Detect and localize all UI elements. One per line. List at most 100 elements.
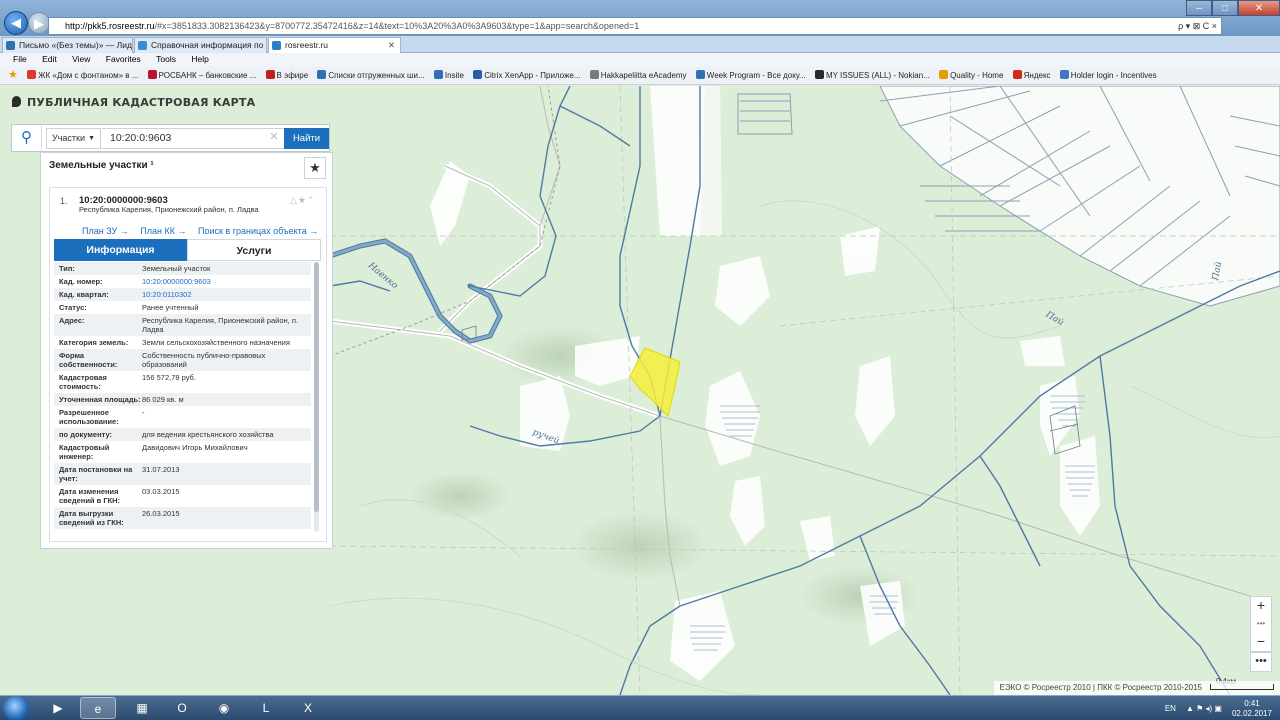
window-controls: – □ ✕ — [1186, 0, 1280, 16]
favorite-link[interactable]: Списки отгруженных ши... — [317, 67, 425, 84]
browser-tab-rosreestr[interactable]: rosreestr.ru ✕ — [268, 37, 401, 53]
info-key: Дата постановки на учет: — [59, 465, 133, 483]
back-button[interactable]: ◀ — [4, 11, 28, 35]
info-row: Дата изменения сведений в ГКН: 03.03.2015 — [54, 485, 311, 507]
search-in-bounds-link[interactable]: Поиск в границах объекта → — [198, 226, 318, 236]
info-row: Кадастровый инженер: Давидович Игорь Миха… — [54, 441, 311, 463]
browser-tab-mail[interactable]: Письмо «(Без темы)» — Лиди... — [2, 37, 133, 53]
info-key: Кад. номер: — [59, 277, 103, 286]
minimize-button[interactable]: – — [1186, 0, 1212, 16]
address-bar[interactable]: http://pkk5.rosreestr.ru/#x=3851833.3082… — [48, 17, 1222, 35]
info-row: Категория земель: Земли сельскохозяйствен… — [54, 336, 311, 349]
site-icon — [27, 70, 37, 79]
menu-edit[interactable]: Edit — [42, 54, 57, 64]
search-icon[interactable]: ⚲ — [12, 125, 42, 151]
menu-bar: File Edit View Favorites Tools Help — [0, 53, 1280, 66]
favorite-link[interactable]: В эфире — [265, 67, 308, 84]
clock-time: 0:41 — [1244, 698, 1260, 708]
parcel-action-icons[interactable]: △★⌃ — [290, 195, 316, 206]
favorites-bar: ★ ЖК «Дом с фонтаном» в ... РОСБАНК – ба… — [0, 66, 1280, 85]
site-icon — [589, 70, 599, 79]
info-key: Адрес: — [59, 316, 85, 325]
info-value: 156 572,78 руб. — [142, 373, 196, 382]
media-player-icon[interactable]: ▶ — [40, 697, 76, 719]
address-bar-icons[interactable]: ρ ▾ ⊠ C × — [1178, 18, 1217, 34]
info-value: 31.07.2013 — [142, 465, 180, 474]
favorites-star-icon[interactable]: ★ — [8, 66, 18, 84]
tab-information[interactable]: Информация — [54, 239, 187, 261]
info-row: Разрешенное использование: - — [54, 406, 311, 428]
zoom-out-button[interactable]: − — [1251, 633, 1271, 651]
favorite-link[interactable]: Holder login - Incentives — [1059, 67, 1157, 84]
search-button[interactable]: Найти — [284, 128, 329, 149]
favorite-link[interactable]: Insite — [433, 67, 464, 84]
search-input[interactable]: 10:20:0:9603 — [102, 128, 285, 149]
info-key: Дата выгрузки сведений из ГКН: — [59, 509, 124, 527]
browser-tab-info[interactable]: Справочная информация по ... — [134, 37, 267, 53]
site-title[interactable]: ПУБЛИЧНАЯ КАДАСТРОВАЯ КАРТА — [12, 96, 255, 109]
rosreestr-logo-icon — [12, 96, 21, 107]
menu-help[interactable]: Help — [191, 54, 208, 64]
relief-shade — [410, 471, 510, 521]
page-icon — [138, 41, 147, 50]
info-key: Форма собственности: — [59, 351, 118, 369]
info-value[interactable]: 10:20:0000000:9603 — [142, 277, 311, 286]
rosreestr-icon — [272, 41, 281, 50]
layer-select[interactable]: Участки ▼ — [46, 128, 101, 149]
zoom-in-button[interactable]: + — [1251, 597, 1271, 615]
outlook-icon[interactable]: O — [164, 697, 200, 719]
scroll-thumb[interactable] — [314, 262, 319, 512]
lync-icon[interactable]: L — [248, 697, 284, 719]
menu-view[interactable]: View — [72, 54, 90, 64]
folder-icon[interactable]: ▦ — [124, 697, 160, 719]
info-key: Кадастровый инженер: — [59, 443, 110, 461]
plan-kk-link[interactable]: План КК → — [140, 226, 186, 236]
tab-services[interactable]: Услуги — [187, 239, 321, 261]
url-path: /#x=3851833.3082136423&y=8700772.3547241… — [154, 21, 640, 31]
favorite-link[interactable]: ЖК «Дом с фонтаном» в ... — [27, 67, 138, 84]
excel-icon[interactable]: X — [290, 697, 326, 719]
menu-file[interactable]: File — [13, 54, 27, 64]
info-row: Кад. квартал: 10:20:0110302 — [54, 288, 311, 301]
site-icon — [433, 70, 443, 79]
more-options-button[interactable]: ••• — [1250, 652, 1272, 672]
internet-explorer-icon[interactable]: e — [80, 697, 116, 719]
favorite-link[interactable]: Яндекс — [1012, 67, 1051, 84]
menu-favorites[interactable]: Favorites — [106, 54, 141, 64]
info-value: для ведения крестьянского хозяйства — [142, 430, 274, 439]
highlighted-parcel[interactable] — [629, 347, 681, 417]
chrome-icon[interactable]: ◉ — [206, 697, 242, 719]
info-key: по документу: — [59, 430, 113, 439]
map-area[interactable]: Нaенко Пай Пай ручей ПУБЛИЧНАЯ КАДАСТРОВ… — [0, 86, 1280, 695]
favorite-link[interactable]: Quality - Home — [939, 67, 1003, 84]
info-row: Тип: Земельный участок — [54, 262, 311, 275]
info-key: Кадастровая стоимость: — [59, 373, 107, 391]
forward-button[interactable]: ▶ — [28, 12, 50, 34]
close-window-button[interactable]: ✕ — [1238, 0, 1280, 16]
favorite-link[interactable]: MY ISSUES (ALL) - Nokian... — [814, 67, 930, 84]
info-value: Земельный участок — [142, 264, 211, 273]
info-value: Собственность публично-правовых образова… — [142, 351, 266, 369]
favorite-link[interactable]: РОСБАНК – банковские ... — [147, 67, 256, 84]
clear-search-icon[interactable]: ✕ — [267, 128, 281, 147]
site-icon — [695, 70, 705, 79]
close-tab-icon[interactable]: ✕ — [388, 38, 395, 53]
start-button[interactable] — [3, 696, 29, 720]
site-icon — [265, 70, 275, 79]
language-indicator[interactable]: EN — [1165, 704, 1176, 713]
info-value[interactable]: 10:20:0110302 — [142, 290, 311, 299]
info-value: - — [142, 408, 145, 417]
plan-zu-link[interactable]: План ЗУ → — [82, 226, 129, 236]
favorite-link[interactable]: Week Program - Все доку... — [695, 67, 806, 84]
maximize-button[interactable]: □ — [1212, 0, 1238, 16]
tray-icons[interactable]: ▲ ⚑ ◂) ▣ — [1186, 704, 1222, 713]
clock[interactable]: 0:41 02.02.2017 — [1232, 699, 1272, 719]
parcel-card: 1. 10:20:0000000:9603 Республика Карелия… — [49, 187, 327, 542]
favorite-star-button[interactable]: ★ — [304, 157, 326, 179]
parcel-links: План ЗУ → План КК → Поиск в границах объ… — [82, 226, 327, 236]
favorite-link[interactable]: Citrix XenApp - Приложе... — [473, 67, 581, 84]
info-row: Форма собственности: Собственность публич… — [54, 349, 311, 371]
favorite-link[interactable]: Hakkapeliitta eAcademy — [589, 67, 687, 84]
info-scrollbar[interactable] — [314, 262, 319, 532]
menu-tools[interactable]: Tools — [156, 54, 176, 64]
